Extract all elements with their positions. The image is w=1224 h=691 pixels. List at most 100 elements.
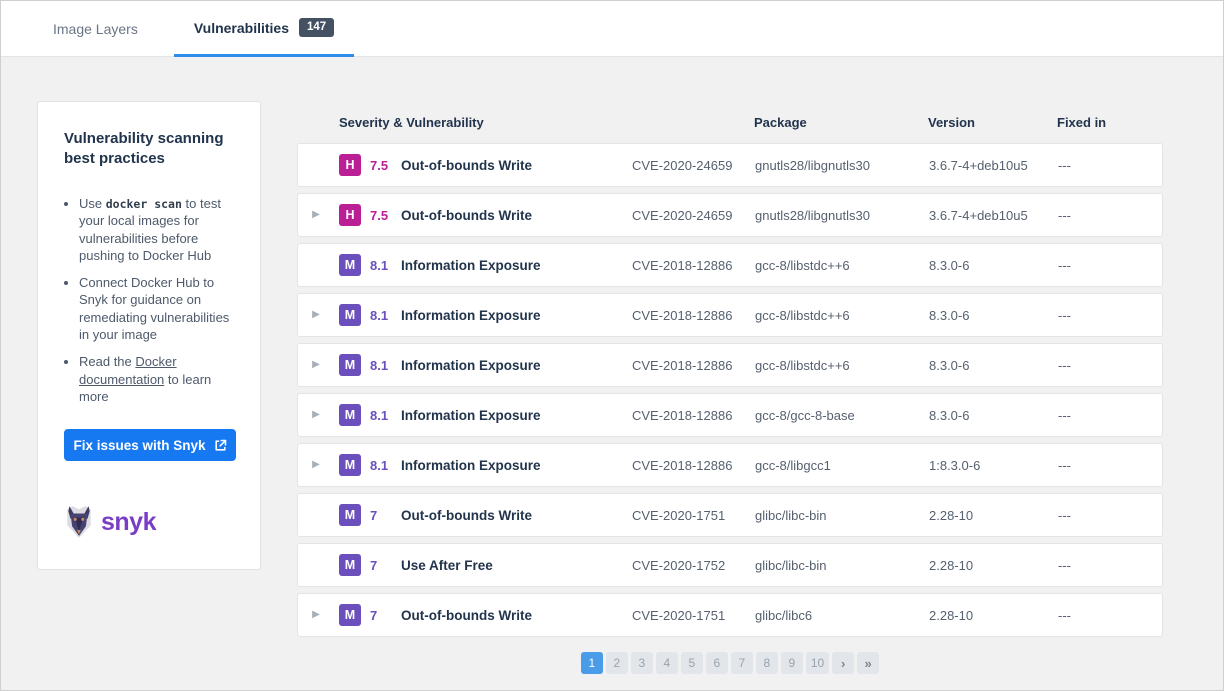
vulnerability-name: Information Exposure <box>401 258 541 273</box>
fix-issues-button-label: Fix issues with Snyk <box>73 438 205 453</box>
cve-id: CVE-2018-12886 <box>632 308 755 323</box>
package-name: gcc-8/gcc-8-base <box>755 408 929 423</box>
severity-badge: M <box>339 404 361 426</box>
cve-id: CVE-2020-1752 <box>632 558 755 573</box>
cve-id: CVE-2018-12886 <box>632 258 755 273</box>
best-practice-item: Use docker scan to test your local image… <box>79 195 236 264</box>
package-version: 8.3.0-6 <box>929 408 1058 423</box>
cve-id: CVE-2018-12886 <box>632 458 755 473</box>
severity-cell: H 7.5 Out-of-bounds Write <box>334 154 632 176</box>
severity-score: 8.1 <box>370 358 393 373</box>
expand-arrow-icon[interactable]: ▶ <box>298 410 334 420</box>
cve-id: CVE-2020-1751 <box>632 508 755 523</box>
next-page-button[interactable]: › <box>832 652 854 674</box>
header-severity-vulnerability: Severity & Vulnerability <box>333 115 631 130</box>
severity-cell: M 7 Out-of-bounds Write <box>334 504 632 526</box>
snyk-dog-logo-icon <box>64 505 94 539</box>
severity-score: 7.5 <box>370 208 393 223</box>
page-button-1[interactable]: 1 <box>581 652 603 674</box>
tab-vulnerabilities-label: Vulnerabilities <box>194 20 289 36</box>
fixed-in: --- <box>1058 208 1162 223</box>
page-button-10[interactable]: 10 <box>806 652 829 674</box>
page-button-8[interactable]: 8 <box>756 652 778 674</box>
table-row[interactable]: ▶ M 8.1 Information Exposure CVE-2018-12… <box>297 443 1163 487</box>
fixed-in: --- <box>1058 458 1162 473</box>
severity-badge: M <box>339 604 361 626</box>
table-row[interactable]: ▶ H 7.5 Out-of-bounds Write CVE-2020-246… <box>297 143 1163 187</box>
vulnerability-name: Information Exposure <box>401 408 541 423</box>
fixed-in: --- <box>1058 558 1162 573</box>
header-version: Version <box>928 115 1057 130</box>
cve-id: CVE-2020-1751 <box>632 608 755 623</box>
severity-score: 8.1 <box>370 408 393 423</box>
package-version: 8.3.0-6 <box>929 308 1058 323</box>
inline-code: docker scan <box>106 197 182 211</box>
tab-image-layers-label: Image Layers <box>53 21 138 37</box>
vulnerability-name: Information Exposure <box>401 308 541 323</box>
package-version: 3.6.7-4+deb10u5 <box>929 208 1058 223</box>
card-title: Vulnerability scanning best practices <box>64 129 236 168</box>
severity-score: 7 <box>370 608 393 623</box>
expand-arrow-icon[interactable]: ▶ <box>298 460 334 470</box>
package-name: gcc-8/libgcc1 <box>755 458 929 473</box>
vulnerability-name: Out-of-bounds Write <box>401 158 532 173</box>
fixed-in: --- <box>1058 508 1162 523</box>
tab-vulnerabilities[interactable]: Vulnerabilities 147 <box>174 1 354 57</box>
severity-score: 7 <box>370 558 393 573</box>
external-link-icon <box>214 439 227 452</box>
severity-badge: H <box>339 154 361 176</box>
vulnerability-rows: ▶ H 7.5 Out-of-bounds Write CVE-2020-246… <box>297 143 1163 637</box>
table-row[interactable]: ▶ M 8.1 Information Exposure CVE-2018-12… <box>297 243 1163 287</box>
table-row[interactable]: ▶ M 8.1 Information Exposure CVE-2018-12… <box>297 343 1163 387</box>
package-name: gcc-8/libstdc++6 <box>755 358 929 373</box>
table-row[interactable]: ▶ M 7 Out-of-bounds Write CVE-2020-1751 … <box>297 593 1163 637</box>
fixed-in: --- <box>1058 308 1162 323</box>
fixed-in: --- <box>1058 408 1162 423</box>
page-button-7[interactable]: 7 <box>731 652 753 674</box>
table-row[interactable]: ▶ M 8.1 Information Exposure CVE-2018-12… <box>297 293 1163 337</box>
fixed-in: --- <box>1058 258 1162 273</box>
package-name: gcc-8/libstdc++6 <box>755 308 929 323</box>
page-button-6[interactable]: 6 <box>706 652 728 674</box>
last-page-button[interactable]: » <box>857 652 879 674</box>
package-name: glibc/libc6 <box>755 608 929 623</box>
table-row[interactable]: ▶ M 7 Use After Free CVE-2020-1752 glibc… <box>297 543 1163 587</box>
severity-badge: M <box>339 354 361 376</box>
expand-arrow-icon[interactable]: ▶ <box>298 310 334 320</box>
severity-badge: M <box>339 254 361 276</box>
package-name: gcc-8/libstdc++6 <box>755 258 929 273</box>
vulnerability-name: Out-of-bounds Write <box>401 208 532 223</box>
severity-cell: M 8.1 Information Exposure <box>334 354 632 376</box>
severity-cell: M 8.1 Information Exposure <box>334 304 632 326</box>
expand-arrow-icon[interactable]: ▶ <box>298 360 334 370</box>
page-button-3[interactable]: 3 <box>631 652 653 674</box>
tab-image-layers[interactable]: Image Layers <box>53 1 138 56</box>
severity-cell: M 8.1 Information Exposure <box>334 404 632 426</box>
package-name: glibc/libc-bin <box>755 508 929 523</box>
severity-badge: M <box>339 454 361 476</box>
table-row[interactable]: ▶ H 7.5 Out-of-bounds Write CVE-2020-246… <box>297 193 1163 237</box>
header-fixed-in: Fixed in <box>1057 115 1163 130</box>
vulnerability-name: Information Exposure <box>401 358 541 373</box>
fixed-in: --- <box>1058 608 1162 623</box>
severity-score: 7 <box>370 508 393 523</box>
table-header-row: Severity & Vulnerability Package Version… <box>297 101 1163 143</box>
fix-issues-with-snyk-button[interactable]: Fix issues with Snyk <box>64 429 236 461</box>
table-row[interactable]: ▶ M 8.1 Information Exposure CVE-2018-12… <box>297 393 1163 437</box>
page-button-2[interactable]: 2 <box>606 652 628 674</box>
severity-score: 7.5 <box>370 158 393 173</box>
severity-badge: M <box>339 554 361 576</box>
page-button-5[interactable]: 5 <box>681 652 703 674</box>
pagination: 12345678910›» <box>297 652 1163 674</box>
package-name: glibc/libc-bin <box>755 558 929 573</box>
page-button-4[interactable]: 4 <box>656 652 678 674</box>
page-button-9[interactable]: 9 <box>781 652 803 674</box>
expand-arrow-icon[interactable]: ▶ <box>298 610 334 620</box>
package-version: 2.28-10 <box>929 558 1058 573</box>
fixed-in: --- <box>1058 158 1162 173</box>
expand-arrow-icon[interactable]: ▶ <box>298 210 334 220</box>
table-row[interactable]: ▶ M 7 Out-of-bounds Write CVE-2020-1751 … <box>297 493 1163 537</box>
cve-id: CVE-2018-12886 <box>632 408 755 423</box>
tab-bar: Image Layers Vulnerabilities 147 <box>1 1 1223 57</box>
best-practices-list: Use docker scan to test your local image… <box>64 195 236 405</box>
